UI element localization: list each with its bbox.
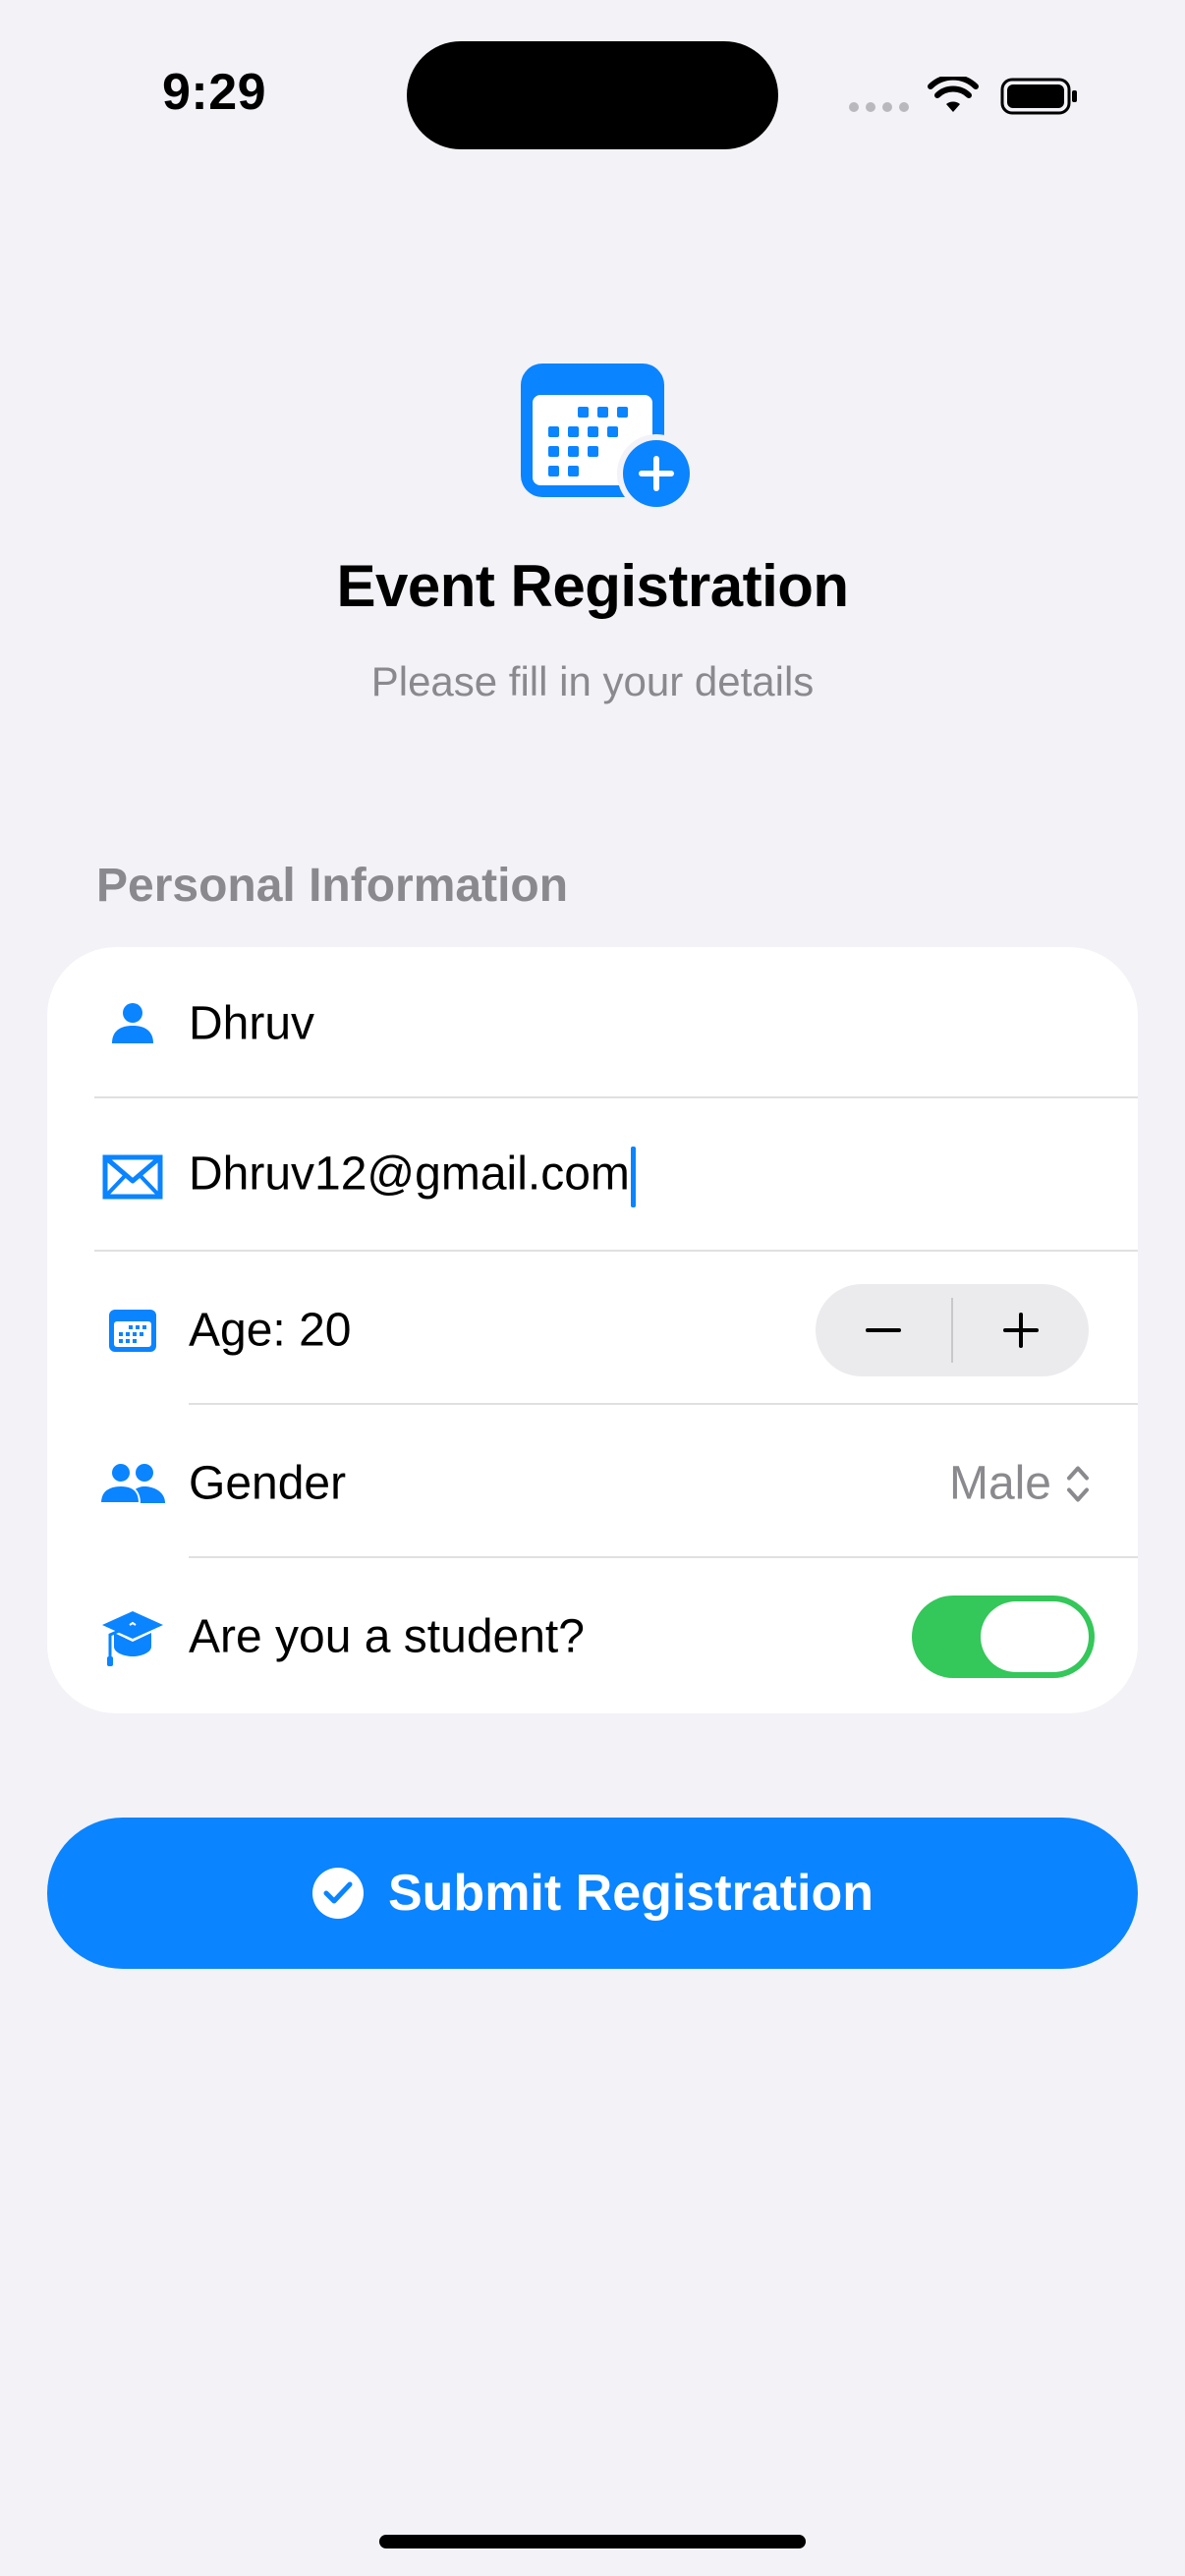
age-row: Age: 20 [47, 1254, 1138, 1407]
toggle-knob [981, 1601, 1089, 1672]
age-stepper[interactable] [816, 1284, 1089, 1376]
checkmark-circle-icon [311, 1868, 364, 1919]
minus-icon [866, 1328, 901, 1332]
divider [189, 1403, 1138, 1405]
plus-icon [1003, 1313, 1039, 1348]
divider [94, 1250, 1138, 1252]
status-bar: 9:29 [0, 0, 1185, 187]
battery-icon [1000, 78, 1077, 115]
submit-button[interactable]: Submit Registration [47, 1818, 1138, 1969]
text-cursor [630, 1147, 636, 1207]
gender-selected-value: Male [948, 1457, 1051, 1510]
graduation-cap-icon [96, 1607, 169, 1666]
increment-button[interactable] [953, 1284, 1089, 1376]
calendar-badge-plus-icon [521, 364, 696, 513]
decrement-button[interactable] [816, 1284, 951, 1376]
home-indicator[interactable] [379, 2535, 806, 2548]
email-value: Dhruv12@gmail.com [189, 1148, 630, 1201]
student-label: Are you a student? [189, 1610, 585, 1663]
section-header: Personal Information [96, 860, 569, 912]
gender-row[interactable]: Gender Male [47, 1407, 1138, 1560]
gender-picker[interactable]: Male [949, 1457, 1091, 1511]
wifi-icon [928, 77, 979, 112]
person-icon [96, 994, 169, 1053]
page-subtitle: Please fill in your details [370, 658, 815, 704]
dynamic-island [407, 41, 778, 149]
name-row[interactable]: Dhruv [47, 947, 1138, 1100]
status-time: 9:29 [162, 64, 267, 121]
page-title: Event Registration [336, 553, 849, 619]
cellular-signal-icon [849, 102, 909, 112]
calendar-icon [96, 1301, 169, 1360]
divider [189, 1556, 1138, 1558]
submit-label: Submit Registration [387, 1865, 875, 1922]
people-icon [96, 1454, 169, 1513]
email-row[interactable]: Dhruv12@gmail.com [47, 1100, 1138, 1254]
divider [94, 1096, 1138, 1098]
email-field[interactable]: Dhruv12@gmail.com [189, 1147, 636, 1207]
form-card: Dhruv Dhruv12@gmail.com Age: 20 Gender M… [47, 947, 1138, 1713]
age-label: Age: 20 [189, 1304, 352, 1357]
student-row: Are you a student? [47, 1560, 1138, 1713]
student-toggle[interactable] [912, 1596, 1095, 1678]
envelope-icon [96, 1148, 169, 1206]
name-field[interactable]: Dhruv [189, 997, 314, 1051]
chevron-up-down-icon [1067, 1466, 1089, 1501]
gender-label: Gender [189, 1457, 347, 1510]
